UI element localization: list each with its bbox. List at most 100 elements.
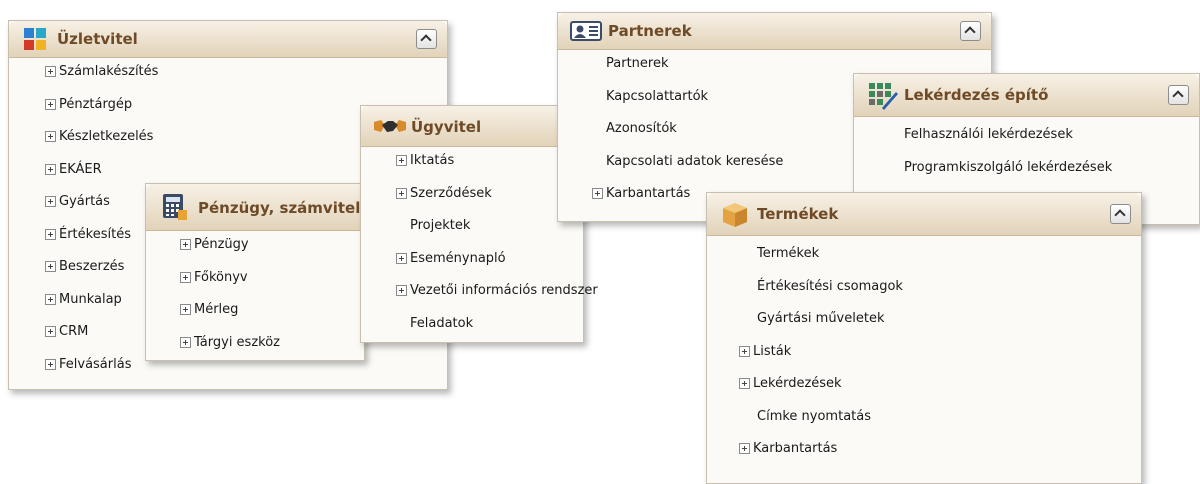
menu-item-label: Beszerzés bbox=[59, 259, 125, 274]
menu-item-label: Készletkezelés bbox=[59, 129, 154, 144]
menu-item-penzugy[interactable]: Pénzügy bbox=[146, 230, 364, 263]
panel-title: Üzletvitel bbox=[57, 30, 138, 48]
menu-item-targyi-eszkoz[interactable]: Tárgyi eszköz bbox=[146, 328, 364, 361]
product-box-icon bbox=[721, 200, 749, 232]
menu-item-label: Címke nyomtatás bbox=[757, 408, 871, 424]
business-grid-icon bbox=[23, 27, 47, 55]
expand-icon[interactable] bbox=[45, 131, 56, 142]
panel-title: Pénzügy, számvitel bbox=[198, 199, 361, 217]
contact-card-icon bbox=[570, 21, 602, 45]
menu-item-label: Vezetői információs rendszer bbox=[410, 283, 598, 298]
expand-icon[interactable] bbox=[592, 188, 603, 199]
menu-item-vezetoi-informacios-rendszer[interactable]: Vezetői információs rendszer bbox=[361, 276, 598, 309]
menu-item-label: Gyártási műveletek bbox=[757, 311, 885, 326]
expand-icon[interactable] bbox=[180, 239, 191, 250]
menu-item-label: Szerződések bbox=[410, 185, 492, 201]
panel-title: Termékek bbox=[757, 205, 839, 223]
menu-item-listak[interactable]: Listák bbox=[707, 337, 1141, 370]
collapse-button[interactable] bbox=[416, 29, 437, 49]
panel-penzugy: Pénzügy, számvitel Pénzügy Főkönyv Mérle… bbox=[145, 183, 365, 361]
panel-title: Partnerek bbox=[608, 22, 692, 40]
menu-item-label: Gyártás bbox=[59, 194, 110, 209]
expand-icon[interactable] bbox=[45, 261, 56, 272]
handshake-icon bbox=[373, 117, 407, 141]
menu-item-label: Munkalap bbox=[59, 291, 122, 307]
menu-item-ertekesitesi-csomagok[interactable]: Értékesítési csomagok bbox=[707, 272, 1141, 305]
expand-icon[interactable] bbox=[180, 336, 191, 348]
collapse-button[interactable] bbox=[1110, 204, 1131, 224]
menu-item-label: Számlakészítés bbox=[59, 64, 159, 79]
expand-icon[interactable] bbox=[45, 228, 56, 240]
menu-item-feladatok[interactable]: Feladatok bbox=[361, 309, 583, 342]
menu-item-label: Karbantartás bbox=[753, 441, 838, 456]
menu-item-karbantartas[interactable]: Karbantartás bbox=[707, 434, 1141, 467]
panel-title: Ügyvitel bbox=[411, 118, 482, 136]
panel-header[interactable]: Termékek bbox=[707, 193, 1141, 236]
menu-item-label: Pénztárgép bbox=[59, 96, 133, 112]
expand-icon[interactable] bbox=[739, 443, 750, 454]
collapse-button[interactable] bbox=[1168, 85, 1189, 105]
menu-item-programkiszolgalo-lekerdezesek[interactable]: Programkiszolgáló lekérdezések bbox=[854, 153, 1199, 186]
menu-item-label: Értékesítési csomagok bbox=[757, 278, 903, 294]
expand-icon[interactable] bbox=[45, 196, 56, 207]
expand-icon[interactable] bbox=[45, 163, 56, 175]
panel-title: Lekérdezés építő bbox=[904, 86, 1049, 104]
panel-header[interactable]: Ügyvitel bbox=[361, 106, 583, 147]
menu-item-label: Értékesítés bbox=[59, 226, 131, 242]
expand-icon[interactable] bbox=[739, 378, 750, 389]
menu-item-label: Azonosítók bbox=[606, 121, 677, 136]
expand-icon[interactable] bbox=[180, 304, 191, 315]
menu-item-label: Partnerek bbox=[606, 56, 669, 71]
menu-item-label: CRM bbox=[59, 324, 89, 339]
menu-item-label: Feladatok bbox=[410, 315, 474, 331]
menu-item-label: EKÁER bbox=[59, 161, 102, 177]
expand-icon[interactable] bbox=[396, 187, 407, 199]
menu-item-label: Eseménynapló bbox=[410, 250, 506, 266]
panel-header[interactable]: Partnerek bbox=[558, 13, 991, 50]
panel-termekek: Termékek Termékek Értékesítési csomagok … bbox=[706, 192, 1142, 484]
menu-item-label: Projektek bbox=[410, 218, 471, 233]
expand-icon[interactable] bbox=[396, 285, 407, 296]
menu-item-label: Kapcsolati adatok keresése bbox=[606, 153, 784, 169]
menu-item-felhasznaloi-lekerdezesek[interactable]: Felhasználói lekérdezések bbox=[854, 120, 1199, 153]
menu-item-label: Tárgyi eszköz bbox=[194, 334, 280, 350]
menu-item-szerzodesek[interactable]: Szerződések bbox=[361, 179, 583, 212]
query-builder-icon bbox=[868, 82, 898, 114]
menu-item-cimke-nyomtatas[interactable]: Címke nyomtatás bbox=[707, 402, 1141, 435]
menu-item-label: Mérleg bbox=[194, 302, 239, 317]
menu-item-label: Felhasználói lekérdezések bbox=[904, 127, 1073, 142]
expand-icon[interactable] bbox=[739, 345, 750, 357]
expand-icon[interactable] bbox=[396, 155, 407, 166]
menu-item-label: Termékek bbox=[757, 246, 820, 261]
panel-ugyvitel: Ügyvitel Iktatás Szerződések Projektek E… bbox=[360, 105, 598, 343]
menu-item-fokonyv[interactable]: Főkönyv bbox=[146, 263, 364, 296]
menu-item-projektek[interactable]: Projektek bbox=[361, 211, 583, 244]
menu-item-lekerdezesek[interactable]: Lekérdezések bbox=[707, 369, 1141, 402]
menu-item-label: Programkiszolgáló lekérdezések bbox=[904, 159, 1113, 175]
menu-item-label: Karbantartás bbox=[606, 186, 691, 201]
menu-item-termekek[interactable]: Termékek bbox=[707, 239, 1141, 272]
menu-item-gyartasi-muveletek[interactable]: Gyártási műveletek bbox=[707, 304, 1141, 337]
panel-header[interactable]: Pénzügy, számvitel bbox=[146, 184, 364, 231]
expand-icon[interactable] bbox=[45, 293, 56, 305]
expand-icon[interactable] bbox=[180, 271, 191, 283]
menu-item-iktatas[interactable]: Iktatás bbox=[361, 146, 583, 179]
menu-item-label: Főkönyv bbox=[194, 269, 248, 285]
menu-item-label: Listák bbox=[753, 343, 792, 359]
expand-icon[interactable] bbox=[45, 358, 56, 370]
menu-item-label: Kapcsolattartók bbox=[606, 88, 709, 104]
menu-item-label: Iktatás bbox=[410, 153, 455, 168]
expand-icon[interactable] bbox=[45, 98, 56, 110]
expand-icon[interactable] bbox=[45, 66, 56, 77]
menu-item-merleg[interactable]: Mérleg bbox=[146, 295, 364, 328]
menu-item-label: Lekérdezések bbox=[753, 376, 842, 391]
expand-icon[interactable] bbox=[45, 326, 56, 337]
menu-item-szamlakeszites[interactable]: Számlakészítés bbox=[9, 57, 447, 90]
panel-header[interactable]: Lekérdezés építő bbox=[854, 74, 1199, 117]
menu-item-label: Pénzügy bbox=[194, 237, 249, 252]
menu-item-label: Felvásárlás bbox=[59, 356, 132, 372]
expand-icon[interactable] bbox=[396, 252, 407, 264]
collapse-button[interactable] bbox=[960, 21, 981, 41]
menu-item-esemenynaplo[interactable]: Eseménynapló bbox=[361, 244, 583, 277]
panel-header[interactable]: Üzletvitel bbox=[9, 21, 447, 58]
